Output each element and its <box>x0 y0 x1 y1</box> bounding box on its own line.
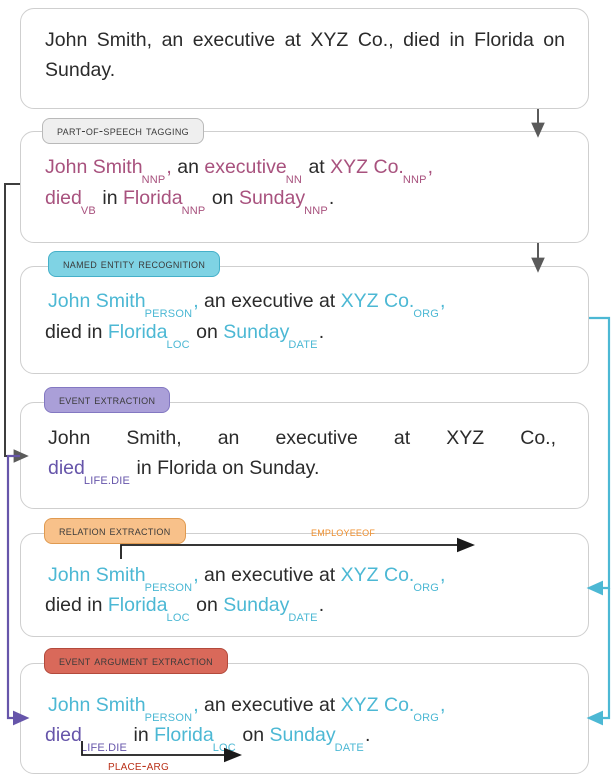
argument-arc-label-placearg: Place-Arg <box>108 757 169 773</box>
stage-label-event[interactable]: Event Extraction <box>44 387 170 413</box>
pipeline-diagram: John Smith, an executive at XYZ Co., die… <box>0 0 616 774</box>
stage-label-argument[interactable]: Event Argument Extraction <box>44 648 228 674</box>
stage-label-relation[interactable]: Relation Extraction <box>44 518 186 544</box>
relation-arc-label-employeeof: EmployeeOf <box>311 524 375 539</box>
stage-label-pos[interactable]: Part-of-Speech tagging <box>42 118 204 144</box>
arc-employeeof <box>121 545 466 559</box>
stage-label-ner[interactable]: Named Entity Recognition <box>48 251 220 277</box>
arc-placearg <box>82 741 233 755</box>
